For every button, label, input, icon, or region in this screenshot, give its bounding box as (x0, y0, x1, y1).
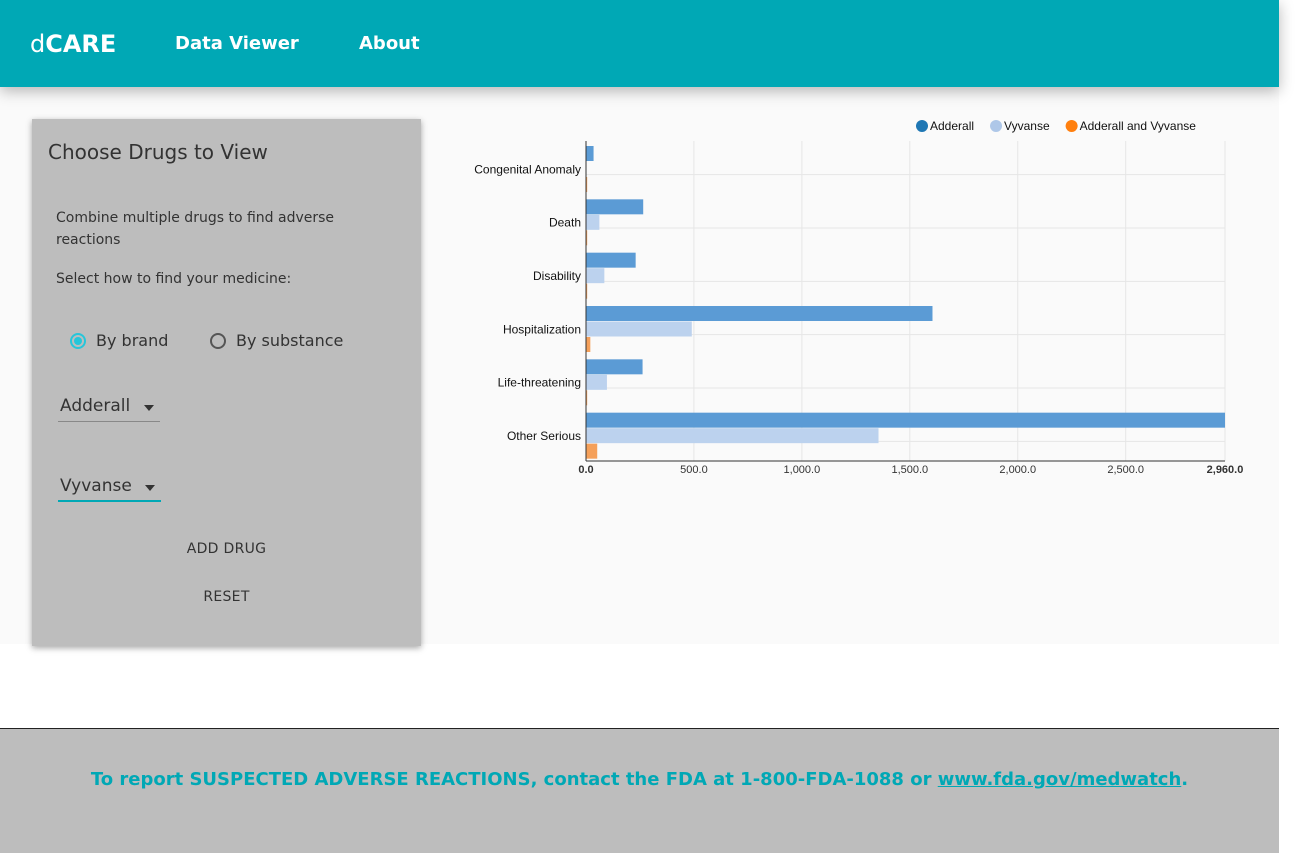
y-tick-label: Hospitalization (503, 322, 581, 336)
bar-adderall[interactable] (586, 412, 1225, 428)
bar-vyvanse[interactable] (586, 214, 600, 230)
x-tick-label: 1,500.0 (891, 464, 928, 476)
fda-report-message: To report SUSPECTED ADVERSE REACTIONS, c… (0, 769, 1279, 790)
dcare-logo[interactable]: dCARE (30, 30, 116, 58)
radio-by-brand-label: By brand (96, 331, 169, 350)
legend-swatch-icon (1065, 120, 1078, 132)
bar-vyvanse[interactable] (586, 374, 607, 390)
y-tick-label: Death (549, 216, 581, 230)
x-tick-label: 0.0 (578, 464, 593, 476)
add-drug-button[interactable]: ADD DRUG (32, 541, 421, 557)
select-underline (58, 500, 161, 502)
y-tick-label: Life-threatening (498, 376, 581, 390)
nav-about[interactable]: About (359, 33, 420, 55)
footer-message-text: To report SUSPECTED ADVERSE REACTIONS, c… (90, 769, 938, 790)
radio-by-substance[interactable]: By substance (210, 331, 343, 350)
x-tick-label: 2,500.0 (1107, 464, 1144, 476)
find-method-label: Select how to find your medicine: (56, 271, 292, 287)
bar-vyvanse[interactable] (586, 321, 692, 337)
logo-main: CARE (45, 30, 117, 58)
legend-label: Vyvanse (1004, 119, 1050, 133)
x-tick-label: 1,000.0 (784, 464, 821, 476)
bar-adderall[interactable] (586, 359, 643, 375)
bar-vyvanse[interactable] (586, 428, 879, 444)
panel-description: Combine multiple drugs to find adverse r… (56, 210, 335, 248)
x-tick-label: 2,000.0 (999, 464, 1036, 476)
radio-unselected-icon[interactable] (210, 332, 226, 349)
radio-by-substance-label: By substance (236, 331, 344, 350)
legend-swatch-icon (916, 120, 928, 132)
footer-end-punct: . (1181, 769, 1189, 790)
drug-select-2-value: Vyvanse (60, 476, 132, 496)
bar-adderall[interactable] (586, 252, 636, 268)
footer: To report SUSPECTED ADVERSE REACTIONS, c… (0, 728, 1279, 853)
y-tick-label: Disability (533, 269, 581, 283)
dropdown-arrow-icon (144, 405, 154, 411)
legend-swatch-icon (990, 120, 1003, 132)
x-tick-label: 500.0 (680, 464, 708, 476)
bar-vyvanse[interactable] (586, 268, 605, 284)
drug-select-2[interactable]: Vyvanse (58, 474, 161, 502)
legend-label: Adderall (930, 119, 974, 133)
x-tick-label: 2,960.0 (1207, 464, 1244, 476)
adverse-reactions-bar-chart: Congenital Anomaly Death Disability Hospita… (474, 119, 1244, 476)
bar-adderall[interactable] (586, 199, 644, 215)
radio-by-brand[interactable]: By brand (70, 331, 168, 350)
select-underline (58, 421, 160, 422)
drug-select-1-value: Adderall (60, 396, 131, 416)
y-tick-label: Congenital Anomaly (474, 162, 581, 176)
top-navigation-bar: dCARE Data Viewer About (0, 0, 1279, 87)
medwatch-link[interactable]: www.fda.gov/medwatch (938, 769, 1182, 790)
nav-data-viewer[interactable]: Data Viewer (175, 33, 299, 55)
radio-selected-icon[interactable] (70, 332, 86, 349)
drug-selection-panel: Choose Drugs to View Combine multiple dr… (32, 119, 421, 646)
reset-button[interactable]: RESET (32, 589, 421, 605)
y-tick-label: Other Serious (507, 429, 581, 443)
dropdown-arrow-icon (145, 485, 155, 491)
logo-prefix: d (30, 30, 46, 58)
drug-select-1[interactable]: Adderall (58, 394, 160, 422)
bar-adderall[interactable] (586, 146, 594, 161)
bar-adderall[interactable] (586, 306, 933, 321)
bar-adderall-and-vyvanse[interactable] (586, 443, 598, 459)
panel-title: Choose Drugs to View (48, 140, 268, 164)
legend-label: Adderall and Vyvanse (1080, 119, 1197, 133)
bar-adderall-and-vyvanse[interactable] (586, 337, 591, 352)
